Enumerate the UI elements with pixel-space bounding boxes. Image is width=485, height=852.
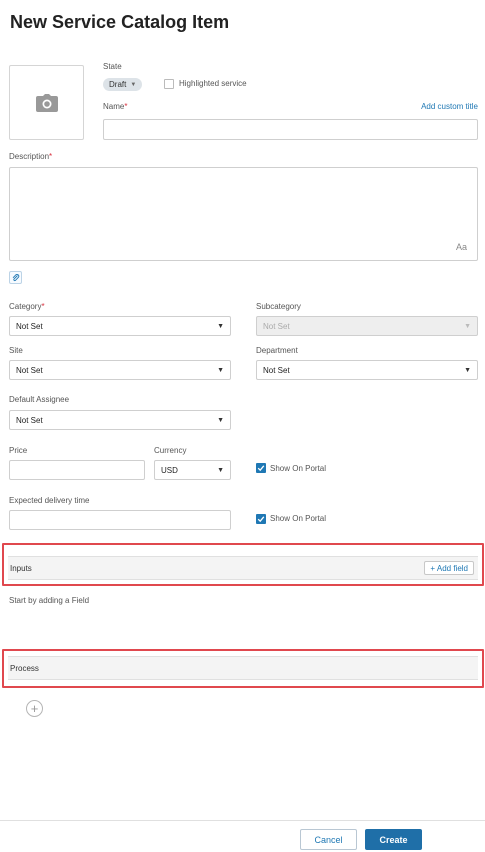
highlighted-service-label: Highlighted service	[179, 79, 247, 88]
chevron-down-icon: ▼	[217, 366, 224, 374]
department-label: Department	[256, 346, 298, 355]
add-field-button[interactable]: + Add field	[424, 561, 474, 575]
subcategory-value: Not Set	[263, 321, 290, 331]
camera-icon	[35, 93, 58, 112]
required-marker: *	[41, 302, 45, 311]
chevron-down-icon: ▼	[464, 366, 471, 374]
inputs-empty-text: Start by adding a Field	[9, 596, 90, 605]
checkmark-icon	[257, 465, 265, 472]
checkmark-icon	[257, 516, 265, 523]
process-section-title: Process	[10, 663, 39, 673]
subcategory-label: Subcategory	[256, 302, 301, 311]
state-value: Draft	[109, 80, 127, 89]
footer-divider	[0, 820, 485, 821]
chevron-down-icon: ▼	[217, 466, 224, 474]
site-value: Not Set	[16, 365, 43, 375]
paperclip-icon	[12, 273, 19, 281]
default-assignee-select[interactable]: Not Set ▼	[9, 410, 231, 430]
price-input[interactable]	[9, 460, 145, 480]
show-on-portal-price-label: Show On Portal	[270, 464, 327, 473]
create-button[interactable]: Create	[365, 829, 422, 850]
expected-delivery-label: Expected delivery time	[9, 496, 90, 505]
highlighted-service-checkbox[interactable]	[164, 79, 174, 89]
category-select[interactable]: Not Set ▼	[9, 316, 231, 336]
text-format-icon[interactable]: Aa	[456, 242, 467, 252]
page-title: New Service Catalog Item	[10, 12, 230, 32]
chevron-down-icon: ▼	[130, 81, 137, 88]
site-select[interactable]: Not Set ▼	[9, 360, 231, 380]
name-label: Name*	[103, 102, 127, 111]
chevron-down-icon: ▼	[217, 416, 224, 424]
description-label-text: Description	[9, 152, 50, 161]
name-label-text: Name	[103, 102, 125, 111]
show-on-portal-price-checkbox[interactable]	[256, 463, 266, 473]
price-label: Price	[9, 446, 28, 455]
image-upload[interactable]	[9, 65, 84, 140]
currency-value: USD	[161, 465, 178, 475]
category-value: Not Set	[16, 321, 43, 331]
currency-select[interactable]: USD ▼	[154, 460, 231, 480]
required-marker: *	[124, 102, 128, 111]
cancel-button[interactable]: Cancel	[300, 829, 357, 850]
chevron-down-icon: ▼	[217, 322, 224, 330]
attachment-button[interactable]	[9, 271, 22, 284]
plus-icon: +	[30, 701, 39, 716]
category-label: Category*	[9, 302, 45, 311]
add-process-step-button[interactable]: +	[26, 700, 43, 717]
expected-delivery-input[interactable]	[9, 510, 231, 530]
chevron-down-icon: ▼	[464, 322, 471, 330]
currency-label: Currency	[154, 446, 187, 455]
description-label: Description*	[9, 152, 52, 161]
default-assignee-value: Not Set	[16, 415, 43, 425]
name-input[interactable]	[103, 119, 478, 140]
department-select[interactable]: Not Set ▼	[256, 360, 478, 380]
required-marker: *	[49, 152, 53, 161]
department-value: Not Set	[263, 365, 290, 375]
site-label: Site	[9, 346, 23, 355]
inputs-section-header: Inputs + Add field	[8, 556, 478, 580]
show-on-portal-delivery-label: Show On Portal	[270, 514, 327, 523]
state-label: State	[103, 62, 122, 71]
description-textarea[interactable]: Aa	[9, 167, 478, 261]
show-on-portal-delivery-checkbox[interactable]	[256, 514, 266, 524]
process-section-header: Process	[8, 656, 478, 680]
subcategory-select: Not Set ▼	[256, 316, 478, 336]
category-label-text: Category	[9, 302, 42, 311]
default-assignee-label: Default Assignee	[9, 395, 70, 404]
add-custom-title-link[interactable]: Add custom title	[421, 102, 478, 111]
state-dropdown[interactable]: Draft ▼	[103, 78, 143, 91]
inputs-section-title: Inputs	[10, 563, 32, 573]
